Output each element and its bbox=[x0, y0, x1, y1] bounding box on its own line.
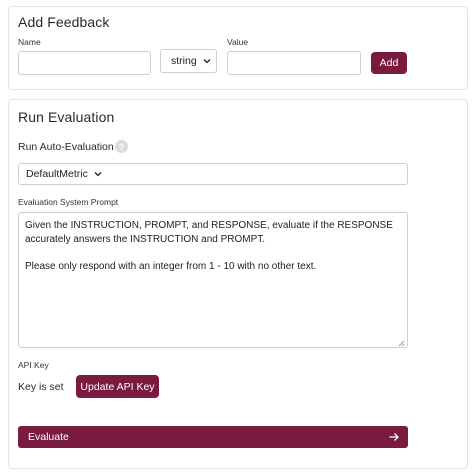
update-api-key-button[interactable]: Update API Key bbox=[76, 375, 159, 398]
help-circle-icon[interactable]: ? bbox=[115, 140, 128, 153]
add-feedback-title: Add Feedback bbox=[18, 14, 110, 30]
system-prompt-line-1: Given the INSTRUCTION, PROMPT, and RESPO… bbox=[25, 220, 393, 245]
type-select-value: string bbox=[171, 55, 197, 67]
chevron-down-icon bbox=[202, 56, 212, 66]
evaluate-button[interactable]: Evaluate bbox=[18, 426, 408, 448]
run-evaluation-title: Run Evaluation bbox=[18, 109, 115, 125]
add-button[interactable]: Add bbox=[371, 52, 407, 74]
chevron-down-icon bbox=[93, 169, 103, 179]
system-prompt-label: Evaluation System Prompt bbox=[18, 197, 119, 207]
evaluate-button-label: Evaluate bbox=[28, 431, 69, 443]
type-select[interactable]: string bbox=[160, 49, 217, 73]
value-input[interactable] bbox=[227, 51, 361, 75]
run-evaluation-panel: Run Evaluation Run Auto-Evaluation ? Def… bbox=[8, 99, 468, 469]
auto-eval-label: Run Auto-Evaluation bbox=[18, 141, 114, 153]
resize-handle-icon[interactable] bbox=[398, 338, 405, 347]
metric-select-value: DefaultMetric bbox=[26, 168, 88, 180]
key-status-text: Key is set bbox=[18, 381, 64, 393]
value-label: Value bbox=[227, 37, 249, 47]
arrow-right-icon bbox=[388, 431, 400, 443]
system-prompt-textarea[interactable]: Given the INSTRUCTION, PROMPT, and RESPO… bbox=[18, 212, 408, 348]
api-key-label: API Key bbox=[18, 360, 49, 370]
name-input[interactable] bbox=[18, 51, 151, 75]
name-label: Name bbox=[18, 37, 41, 47]
add-feedback-panel: Add Feedback Name string Value Add bbox=[8, 6, 468, 90]
system-prompt-line-2: Please only respond with an integer from… bbox=[25, 260, 317, 272]
metric-select[interactable]: DefaultMetric bbox=[18, 163, 408, 185]
